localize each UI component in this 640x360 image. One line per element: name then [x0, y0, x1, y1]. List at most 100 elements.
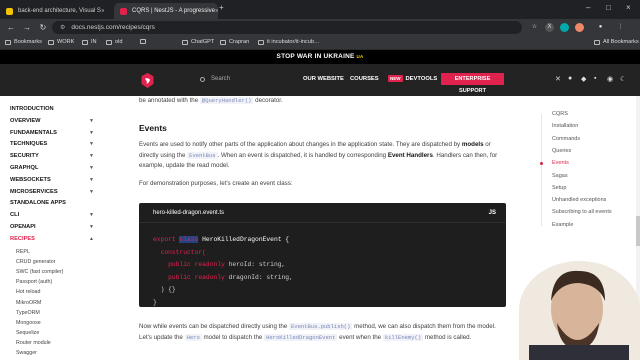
browser-tab-strip: back-end architecture, Visual S × CQRS |…	[0, 0, 640, 19]
discord-icon[interactable]: ◉	[607, 75, 613, 83]
nav-devtools[interactable]: NEW DEVTOOLS	[388, 75, 437, 82]
sidebar-subitem[interactable]: MikroORM	[16, 300, 41, 306]
toc-item[interactable]: Sagas	[552, 173, 568, 179]
github-icon[interactable]: ●	[568, 75, 572, 82]
sidebar-item-overview[interactable]: OVERVIEW ▼	[10, 118, 94, 124]
profile-icon[interactable]: ●	[596, 23, 605, 32]
chevron-down-icon[interactable]: ▼	[89, 130, 94, 136]
browser-tab-2[interactable]: CQRS | NestJS - A progressive ×	[114, 3, 218, 19]
address-bar[interactable]: ⚙ docs.nestjs.com/recipes/cqrs	[52, 21, 522, 34]
sidebar-item-label: MICROSERVICES	[10, 188, 58, 195]
nestjs-logo-icon[interactable]	[139, 72, 156, 89]
toc-item[interactable]: Installation	[552, 123, 578, 129]
theme-toggle-icon[interactable]: ☾	[620, 75, 626, 83]
toc-item[interactable]: Subscribing to all events	[552, 209, 612, 215]
enterprise-support-button[interactable]: ENTERPRISE SUPPORT	[441, 73, 504, 94]
minimize-icon[interactable]: –	[586, 3, 590, 12]
toc-item[interactable]: Unhandled exceptions	[552, 197, 606, 203]
sidebar-item-openapi[interactable]: OPENAPI ▼	[10, 224, 94, 230]
bookmark-it-incubator[interactable]: it incubator/it-incub…	[258, 39, 320, 45]
sidebar-subitem[interactable]: Sequelize	[16, 330, 39, 336]
chevron-down-icon[interactable]: ▼	[89, 177, 94, 183]
sidebar-item-techniques[interactable]: TECHNIQUES ▼	[10, 141, 94, 147]
ukraine-banner[interactable]: STOP WAR IN UKRAINE UA	[0, 50, 640, 64]
extension-icon[interactable]: X	[545, 23, 554, 32]
chevron-down-icon[interactable]: ▼	[89, 118, 94, 124]
site-info-icon[interactable]: ⚙	[60, 24, 65, 31]
sidebar-item-cli[interactable]: CLI ▼	[10, 212, 94, 218]
nav-our-website[interactable]: OUR WEBSITE	[303, 76, 344, 82]
search-icon	[200, 76, 205, 82]
bookmark-star-icon[interactable]: ☆	[530, 23, 539, 32]
sidebar-subitem[interactable]: Router module	[16, 340, 51, 346]
linkedin-icon[interactable]: ▪	[594, 75, 596, 82]
sidebar-subitem[interactable]: SWC (fast compiler)	[16, 269, 63, 275]
forward-icon[interactable]: →	[22, 23, 32, 32]
toc-item[interactable]: Queries	[552, 148, 571, 154]
paragraph-query-handler: be annotated with the @QueryHandler() de…	[139, 97, 283, 104]
sidebar-item-label: RECIPES	[10, 235, 35, 242]
maximize-icon[interactable]: □	[606, 3, 611, 12]
sidebar-subitem[interactable]: Mongoose	[16, 320, 41, 326]
bookmark-icon	[258, 39, 264, 45]
sidebar-item-security[interactable]: SECURITY ▼	[10, 153, 94, 159]
tab-close-icon[interactable]: ×	[101, 8, 104, 15]
chevron-down-icon[interactable]: ▼	[89, 189, 94, 195]
bookmark-crapran[interactable]: Crapran	[220, 39, 249, 45]
new-tab-button[interactable]: +	[219, 3, 224, 12]
menu-icon[interactable]: ⋮	[616, 23, 625, 32]
chevron-down-icon[interactable]: ▼	[89, 153, 94, 159]
code-block[interactable]: hero-killed-dragon.event.ts JS export cl…	[139, 203, 506, 307]
chevron-down-icon[interactable]: ▼	[89, 165, 94, 171]
chevron-down-icon[interactable]: ▼	[89, 212, 94, 218]
sidebar-item-recipes[interactable]: RECIPES ▲	[10, 236, 94, 242]
sidebar-item-graphql[interactable]: GRAPHQL ▼	[10, 165, 94, 171]
chevron-down-icon[interactable]: ▼	[89, 224, 94, 230]
language-toggle[interactable]: JS	[489, 210, 496, 216]
scrollbar-thumb[interactable]	[636, 216, 640, 246]
tab-close-icon[interactable]: ×	[215, 8, 218, 15]
toc-item[interactable]: Example	[552, 222, 573, 228]
bookmark-folder[interactable]	[140, 39, 149, 44]
bookmark-icon	[220, 39, 226, 45]
banner-text: STOP WAR IN UKRAINE	[276, 53, 355, 60]
toc-item[interactable]: Setup	[552, 185, 566, 191]
sidebar-item-microservices[interactable]: MICROSERVICES ▼	[10, 189, 94, 195]
extension-icon[interactable]	[560, 23, 569, 32]
code-filename: hero-killed-dragon.event.ts	[153, 210, 225, 216]
all-bookmarks[interactable]: All Bookmarks	[594, 39, 639, 45]
toc-item[interactable]: Events	[552, 160, 569, 166]
chevron-up-icon[interactable]: ▲	[89, 236, 94, 242]
nav-courses[interactable]: COURSES	[350, 76, 379, 82]
close-window-icon[interactable]: ×	[626, 3, 631, 12]
browser-tab-1[interactable]: back-end architecture, Visual S ×	[0, 3, 104, 19]
sidebar-subitem[interactable]: TypeORM	[16, 310, 40, 316]
sidebar-subitem[interactable]: Swagger	[16, 350, 37, 356]
toc-item[interactable]: CQRS	[552, 111, 568, 117]
code-text[interactable]: export class HeroKilledDragonEvent { con…	[153, 234, 293, 310]
webcam-overlay	[519, 261, 640, 360]
bookmark-chatgpt[interactable]: ChatGPT	[182, 39, 214, 45]
sidebar-subitem[interactable]: CRUD generator	[16, 259, 55, 265]
extension-icon[interactable]	[575, 23, 584, 32]
sidebar-subitem[interactable]: REPL	[16, 249, 30, 255]
sidebar-subitem[interactable]: Hot reload	[16, 289, 40, 295]
chevron-down-icon[interactable]: ▼	[89, 141, 94, 147]
sidebar-item-websockets[interactable]: WEBSOCKETS ▼	[10, 177, 94, 183]
bookmark-work[interactable]: WORK	[48, 39, 74, 45]
sidebar-subitem[interactable]: Passport (auth)	[16, 279, 52, 285]
bookmark-old[interactable]: old	[106, 39, 122, 45]
back-icon[interactable]: ←	[6, 23, 16, 32]
sidebar-item-label: CLI	[10, 212, 20, 219]
x-twitter-icon[interactable]: ✕	[555, 75, 561, 83]
bookmark-in[interactable]: IN	[82, 39, 97, 45]
search-input[interactable]: Search	[200, 76, 230, 82]
sidebar-item-introduction[interactable]: INTRODUCTION	[10, 106, 94, 112]
sidebar-item-fundamentals[interactable]: FUNDAMENTALS ▼	[10, 130, 94, 136]
toc-item[interactable]: Commands	[552, 136, 580, 142]
bookmarks-menu[interactable]: Bookmarks	[5, 39, 42, 45]
hashnode-icon[interactable]: ◆	[581, 75, 586, 83]
sidebar-item-standalone-apps[interactable]: STANDALONE APPS	[10, 200, 94, 206]
inline-code: @QueryHandler()	[199, 97, 254, 104]
reload-icon[interactable]: ↻	[38, 23, 48, 32]
